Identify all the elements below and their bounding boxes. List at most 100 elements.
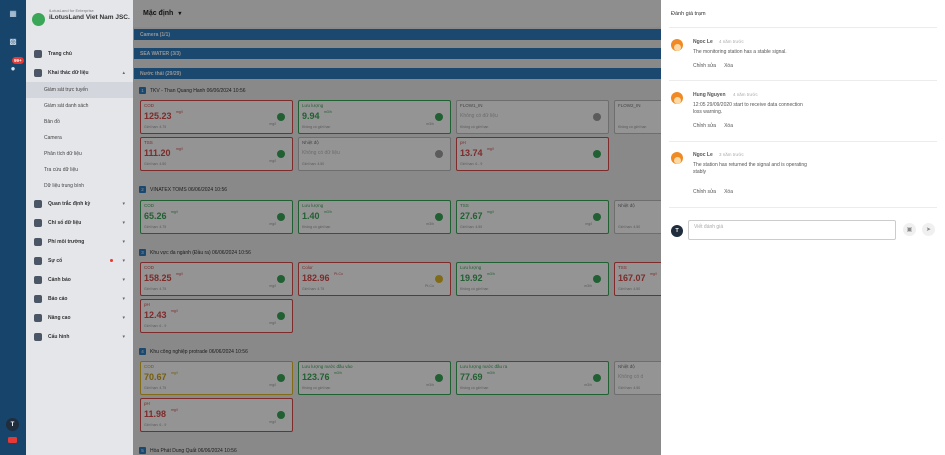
station-title[interactable]: 2 VINATEX TOMS 06/06/2024 10:56 bbox=[139, 186, 227, 193]
measure-value: 1.40 bbox=[302, 211, 320, 221]
measure-label: COD bbox=[144, 364, 154, 369]
send-icon[interactable]: ➤ bbox=[922, 223, 935, 236]
measure-card[interactable]: Lưu lượng nước đầu ra 77.69 m3/h Không có g… bbox=[456, 361, 609, 395]
edit-comment-link[interactable]: Chỉnh sửa bbox=[693, 63, 716, 69]
measure-label: Nhiệt độ bbox=[618, 203, 635, 208]
image-upload-icon[interactable]: ▣ bbox=[903, 223, 916, 236]
measure-limit: Giới hạn: 4.75 bbox=[302, 287, 325, 291]
measure-card[interactable]: COD 125.23 mg/l Giới hạn: 4.75 mg/l bbox=[140, 100, 293, 134]
measure-card[interactable]: COD 70.67 mg/l Giới hạn: 4.75 mg/l bbox=[140, 361, 293, 395]
measure-unit-small: m3/h bbox=[584, 383, 592, 387]
view-selector[interactable]: Mặc định ▾ bbox=[133, 0, 661, 27]
delete-comment-link[interactable]: Xóa bbox=[724, 63, 733, 69]
measure-unit-small: mg/l bbox=[269, 122, 276, 126]
station-title[interactable]: 5 Hòa Phát Dung Quất 06/06/2024 10:56 bbox=[139, 447, 237, 454]
measure-card[interactable]: COD 65.26 mg/l Giới hạn: 4.75 mg/l bbox=[140, 200, 293, 234]
sidebar-subitem-camera[interactable]: Camera bbox=[26, 130, 133, 146]
status-dot bbox=[277, 113, 285, 121]
user-avatar[interactable]: T bbox=[6, 418, 19, 431]
status-dot bbox=[277, 374, 285, 382]
measure-limit: Giới hạn: 4.75 bbox=[144, 287, 167, 291]
measure-label: FLOW1_IN bbox=[460, 103, 483, 108]
measure-unit: Pt-Co bbox=[334, 272, 343, 276]
sidebar-item-report[interactable]: Báo cáo ▾ bbox=[26, 289, 133, 308]
sidebar-item-alert[interactable]: Cảnh báo ▾ bbox=[26, 270, 133, 289]
sidebar-item-data-index[interactable]: Chỉ số dữ liệu ▾ bbox=[26, 213, 133, 232]
measure-unit: m3/h bbox=[324, 110, 332, 114]
station-name: VINATEX TOMS bbox=[150, 186, 187, 193]
sidebar-subitem-map[interactable]: Bản đồ bbox=[26, 114, 133, 130]
delete-comment-link[interactable]: Xóa bbox=[724, 123, 733, 129]
sidebar-item-home[interactable]: Trang chủ bbox=[26, 44, 133, 63]
sidebar-subitem-average-data[interactable]: Dữ liệu trung bình bbox=[26, 178, 133, 194]
chevron-up-icon: ▴ bbox=[122, 69, 125, 76]
group-bar-waste-water[interactable]: Nước thải (29/29) bbox=[134, 68, 661, 79]
commenter-avatar bbox=[671, 92, 683, 104]
measure-card[interactable]: Color 182.96 Pt-Co Giới hạn: 4.75 Pt-Co bbox=[298, 262, 451, 296]
measure-label: Lưu lượng nước đầu ra bbox=[460, 364, 508, 369]
measure-card[interactable]: Nhiệt độ Giới hạn: 4.50 bbox=[614, 200, 661, 234]
divider bbox=[669, 27, 937, 28]
measure-value: 123.76 bbox=[302, 372, 330, 382]
brand-name: iLotusLand Viet Nam JSC. bbox=[49, 14, 130, 21]
sidebar-item-advanced[interactable]: Nâng cao ▾ bbox=[26, 308, 133, 327]
measure-limit: Không có giới hạn bbox=[302, 386, 331, 390]
measure-unit-small: m3/h bbox=[584, 284, 592, 288]
delete-comment-link[interactable]: Xóa bbox=[724, 189, 733, 195]
measure-label: TSS bbox=[460, 203, 469, 208]
edit-comment-link[interactable]: Chỉnh sửa bbox=[693, 189, 716, 195]
measure-card[interactable]: FLOW2_IN Không có giới hạn bbox=[614, 100, 661, 134]
station-number: 5 bbox=[139, 447, 146, 454]
measure-card[interactable]: Nhiệt độ Không có d Giới hạn: 4.50 bbox=[614, 361, 661, 395]
status-dot bbox=[435, 150, 443, 158]
review-input[interactable] bbox=[688, 220, 896, 240]
measure-unit: mg/l bbox=[171, 371, 178, 375]
measure-card[interactable]: pH 13.74 mg/l Giới hạn: 6 - 9 bbox=[456, 137, 609, 171]
sidebar-subitem-online-monitoring[interactable]: Giám sát trực tuyến bbox=[26, 82, 133, 98]
sidebar-subitem-data-lookup[interactable]: Tra cứu dữ liệu bbox=[26, 162, 133, 178]
measure-limit: Không có giới hạn bbox=[618, 125, 647, 129]
sidebar-item-periodic-monitoring[interactable]: Quan trắc định kỳ ▾ bbox=[26, 194, 133, 213]
measure-unit-small: Pt-Co bbox=[425, 284, 434, 288]
sidebar-subitem-data-analysis[interactable]: Phân tích dữ liệu bbox=[26, 146, 133, 162]
measure-card[interactable]: TSS 27.67 mg/l Giới hạn: 4.50 mg/l bbox=[456, 200, 609, 234]
station-title[interactable]: 3 Khu vực đa ngành (Đầu ra) 06/06/2024 10… bbox=[139, 249, 251, 256]
divider bbox=[669, 80, 937, 81]
measure-card[interactable]: TSS 111.20 mg/l Giới hạn: 4.50 mg/l bbox=[140, 137, 293, 171]
sidebar-item-data-mining[interactable]: Khai thác dữ liệu ▴ bbox=[26, 63, 133, 82]
chevron-down-icon: ▾ bbox=[122, 276, 125, 283]
apps-grid-icon[interactable]: ▩ bbox=[6, 34, 20, 48]
measure-card[interactable]: FLOW1_IN Không có dữ liệu Không có giới hạ… bbox=[456, 100, 609, 134]
group-bar-camera[interactable]: Camera (1/1) bbox=[134, 29, 661, 40]
measure-card[interactable]: Nhiệt độ Không có dữ liệu Giới hạn: 4.50 bbox=[298, 137, 451, 171]
divider bbox=[669, 207, 937, 208]
measure-limit: Giới hạn: 4.50 bbox=[460, 225, 483, 229]
measure-label: COD bbox=[144, 103, 154, 108]
measure-label: Nhiệt độ bbox=[302, 140, 319, 145]
station-title[interactable]: 1 TKV - Than Quang Hanh 06/06/2024 10:56 bbox=[139, 87, 246, 94]
measure-card[interactable]: Lưu lượng 1.40 m3/h Không có giới hạn m3/h bbox=[298, 200, 451, 234]
measure-card[interactable]: pH 11.98 mg/l Giới hạn: 6 - 9 mg/l bbox=[140, 398, 293, 432]
sidebar-item-incident[interactable]: Sự cố ▾ bbox=[26, 251, 133, 270]
measure-card[interactable]: pH 12.43 mg/l Giới hạn: 6 - 9 mg/l bbox=[140, 299, 293, 333]
group-bar-sea-water[interactable]: SEA WATER (3/3) bbox=[134, 48, 661, 59]
brand[interactable]: iLotusLand for Enterprise iLotusLand Vie… bbox=[32, 6, 132, 34]
measure-unit: mg/l bbox=[487, 147, 494, 151]
measure-card[interactable]: COD 158.25 mg/l Giới hạn: 4.75 mg/l bbox=[140, 262, 293, 296]
measure-unit: mg/l bbox=[650, 272, 657, 276]
measure-card[interactable]: Lưu lượng 19.92 m3/h Không có giới hạn m3/h bbox=[456, 262, 609, 296]
sidebar-item-config[interactable]: Cấu hình ▾ bbox=[26, 327, 133, 346]
measure-card[interactable]: Lưu lượng nước đầu vào 123.76 m3/h Không có… bbox=[298, 361, 451, 395]
measure-card[interactable]: TSS 167.07 mg/l Giới hạn: 4.50 bbox=[614, 262, 661, 296]
comment-actions: Chỉnh sửa Xóa bbox=[693, 63, 741, 69]
edit-comment-link[interactable]: Chỉnh sửa bbox=[693, 123, 716, 129]
youtube-icon[interactable] bbox=[8, 437, 17, 443]
app-logo-icon[interactable]: ▦ bbox=[6, 6, 20, 20]
station-title[interactable]: 4 Khu công nghiệp protrade 06/06/2024 10:… bbox=[139, 348, 248, 355]
sidebar-item-environment-fee[interactable]: Phí môi trường ▾ bbox=[26, 232, 133, 251]
chevron-down-icon: ▾ bbox=[122, 219, 125, 226]
sidebar-subitem-list-monitoring[interactable]: Giám sát danh sách bbox=[26, 98, 133, 114]
no-data-text: Không có dữ liệu bbox=[302, 150, 340, 156]
measure-value: 12.43 bbox=[144, 310, 167, 320]
measure-card[interactable]: Lưu lượng 9.94 m3/h Không có giới hạn m3/h bbox=[298, 100, 451, 134]
